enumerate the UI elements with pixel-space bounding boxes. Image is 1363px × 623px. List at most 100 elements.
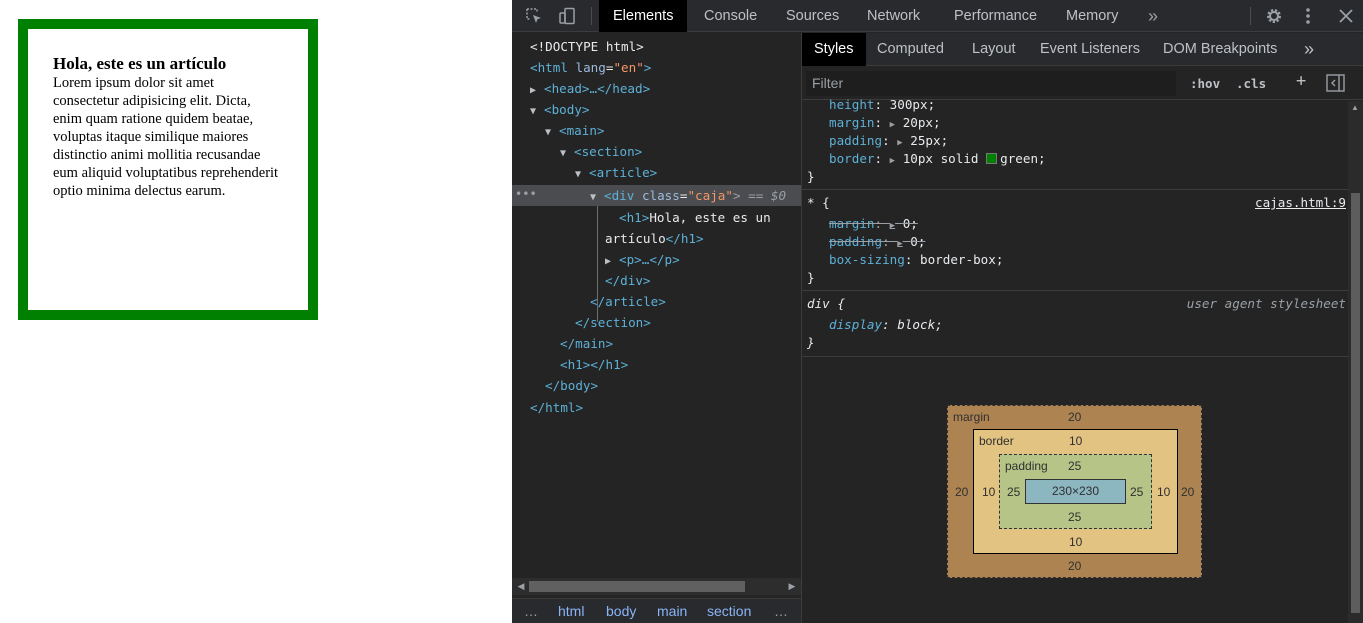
padding-right-value[interactable]: 25 — [1130, 485, 1143, 499]
box-model-border[interactable]: border 10 10 10 10 padding 25 25 25 25 2… — [973, 429, 1178, 554]
breadcrumb-ellipsis[interactable]: … — [524, 599, 538, 623]
decl-display[interactable]: display: block; — [829, 316, 943, 334]
decl-padding-overridden[interactable]: padding: ▶ 0; — [829, 233, 925, 251]
breadcrumb-html[interactable]: html — [558, 599, 584, 623]
tab-network[interactable]: Network — [853, 0, 934, 32]
tree-h1-empty[interactable]: <h1></h1> — [560, 354, 628, 375]
tree-html-close[interactable]: </html> — [530, 397, 583, 418]
styles-filter-input[interactable]: Filter — [806, 71, 1176, 96]
decl-margin-overridden[interactable]: margin: ▶ 0; — [829, 215, 918, 233]
subtab-event-listeners[interactable]: Event Listeners — [1028, 33, 1152, 66]
tree-doctype[interactable]: <!DOCTYPE html> — [530, 36, 644, 57]
new-style-rule-icon[interactable]: + — [1296, 71, 1306, 92]
tree-div-close[interactable]: </div> — [605, 270, 651, 291]
expand-shorthand-icon[interactable]: ▶ — [897, 138, 902, 148]
tree-body[interactable]: ▼ <body> — [530, 99, 590, 120]
breadcrumb-main[interactable]: main — [657, 599, 687, 623]
scroll-thumb[interactable] — [1351, 193, 1360, 613]
subtabs-more-icon[interactable]: » — [1292, 33, 1326, 66]
decl-padding[interactable]: padding: ▶ 25px; — [829, 132, 948, 150]
expand-shorthand-icon[interactable]: ▶ — [890, 156, 895, 166]
tab-memory[interactable]: Memory — [1052, 0, 1132, 32]
subtab-dom-breakpoints[interactable]: DOM Breakpoints — [1151, 33, 1289, 66]
margin-right-value[interactable]: 20 — [1181, 485, 1194, 499]
scroll-up-icon[interactable]: ▲ — [1351, 103, 1359, 112]
subtab-computed[interactable]: Computed — [865, 33, 956, 66]
tree-main[interactable]: ▼ <main> — [545, 120, 605, 141]
border-bottom-value[interactable]: 10 — [1069, 535, 1082, 549]
tree-div-caja[interactable]: ▼ <div class="caja"> == $0 — [590, 185, 786, 206]
scroll-thumb[interactable] — [529, 581, 745, 592]
decl-margin[interactable]: margin: ▶ 20px; — [829, 114, 941, 132]
tree-head[interactable]: ▶ <head>…</head> — [530, 78, 650, 99]
box-model-margin[interactable]: margin 20 20 20 20 border 10 10 10 10 pa… — [947, 405, 1202, 578]
section-tag: <section> — [574, 144, 643, 159]
decl-border[interactable]: border: ▶ 10px solid green; — [829, 150, 1046, 168]
breadcrumb-more[interactable]: … — [774, 599, 788, 623]
breadcrumb-body[interactable]: body — [606, 599, 636, 623]
collapse-triangle-icon[interactable]: ▼ — [560, 143, 574, 164]
collapse-triangle-icon[interactable]: ▼ — [545, 122, 559, 143]
inspect-element-icon[interactable] — [520, 0, 548, 32]
hov-toggle[interactable]: :hov — [1190, 73, 1220, 94]
rule2-source-link[interactable]: cajas.html:9 — [1255, 194, 1346, 212]
collapse-triangle-icon[interactable]: ▼ — [590, 187, 604, 208]
subtab-layout[interactable]: Layout — [960, 33, 1028, 66]
node-actions-dots[interactable]: ••• — [515, 185, 537, 206]
tree-body-close[interactable]: </body> — [545, 375, 598, 396]
tree-h1[interactable]: <h1>Hola, este es un — [619, 207, 771, 228]
tree-main-close[interactable]: </main> — [560, 333, 613, 354]
padding-left-value[interactable]: 25 — [1007, 485, 1020, 499]
rule3-selector[interactable]: div { — [807, 295, 845, 313]
margin-left-value[interactable]: 20 — [955, 485, 968, 499]
tree-article[interactable]: ▼ <article> — [575, 162, 657, 183]
more-tabs-icon[interactable]: » — [1142, 0, 1164, 32]
tree-article-close[interactable]: </article> — [590, 291, 666, 312]
scroll-left-icon[interactable]: ◀ — [514, 578, 528, 595]
expand-triangle-icon[interactable]: ▶ — [605, 251, 619, 272]
settings-gear-icon[interactable] — [1262, 0, 1286, 32]
p-tag: <p>…</p> — [619, 252, 680, 267]
border-left-value[interactable]: 10 — [982, 485, 995, 499]
expand-triangle-icon[interactable]: ▶ — [530, 80, 544, 101]
breadcrumb-section[interactable]: section — [707, 599, 751, 623]
close-icon[interactable] — [1334, 0, 1358, 32]
tab-sources[interactable]: Sources — [772, 0, 853, 32]
tab-console[interactable]: Console — [690, 0, 771, 32]
tree-section-close[interactable]: </section> — [575, 312, 651, 333]
collapse-triangle-icon[interactable]: ▼ — [575, 164, 589, 185]
subtab-styles[interactable]: Styles — [802, 33, 866, 66]
border-top-value[interactable]: 10 — [1069, 434, 1082, 448]
tree-h1-cont[interactable]: artículo</h1> — [605, 228, 704, 249]
padding-top-value[interactable]: 25 — [1068, 459, 1081, 473]
tree-horizontal-scrollbar[interactable]: ◀ ▶ — [512, 578, 801, 595]
styles-vertical-scrollbar[interactable]: ▲ — [1348, 101, 1363, 623]
rule2-selector[interactable]: * { — [807, 194, 830, 212]
toggle-sidebar-icon[interactable] — [1326, 74, 1345, 97]
device-toolbar-icon[interactable] — [553, 0, 581, 32]
border-right-value[interactable]: 10 — [1157, 485, 1170, 499]
margin-top-value[interactable]: 20 — [1068, 410, 1081, 424]
margin-bottom-value[interactable]: 20 — [1068, 559, 1081, 573]
cls-toggle[interactable]: .cls — [1236, 73, 1266, 94]
main-close-tag: </main> — [560, 336, 614, 351]
expand-shorthand-icon[interactable]: ▶ — [897, 239, 902, 249]
decl-box-sizing[interactable]: box-sizing: border-box; — [829, 251, 1003, 269]
collapse-triangle-icon[interactable]: ▼ — [530, 101, 544, 122]
color-swatch[interactable] — [986, 153, 998, 164]
tree-section[interactable]: ▼ <section> — [560, 141, 642, 162]
padding-bottom-value[interactable]: 25 — [1068, 510, 1081, 524]
scroll-right-icon[interactable]: ▶ — [785, 578, 799, 595]
tab-elements[interactable]: Elements — [599, 0, 688, 32]
decl-height[interactable]: height: 300px; — [829, 96, 935, 114]
box-model-padding[interactable]: padding 25 25 25 25 230×230 — [999, 454, 1152, 529]
tree-html[interactable]: <html lang="en"> — [530, 57, 651, 78]
tree-p[interactable]: ▶ <p>…</p> — [605, 249, 680, 270]
box-model-content[interactable]: 230×230 — [1025, 479, 1126, 504]
tab-performance[interactable]: Performance — [940, 0, 1051, 32]
expand-shorthand-icon[interactable]: ▶ — [890, 120, 895, 130]
h1-text: Hola, este es un — [649, 210, 771, 225]
kebab-menu-icon[interactable] — [1298, 0, 1318, 32]
expand-shorthand-icon[interactable]: ▶ — [890, 221, 895, 231]
prop-color-value: green — [1000, 151, 1039, 166]
